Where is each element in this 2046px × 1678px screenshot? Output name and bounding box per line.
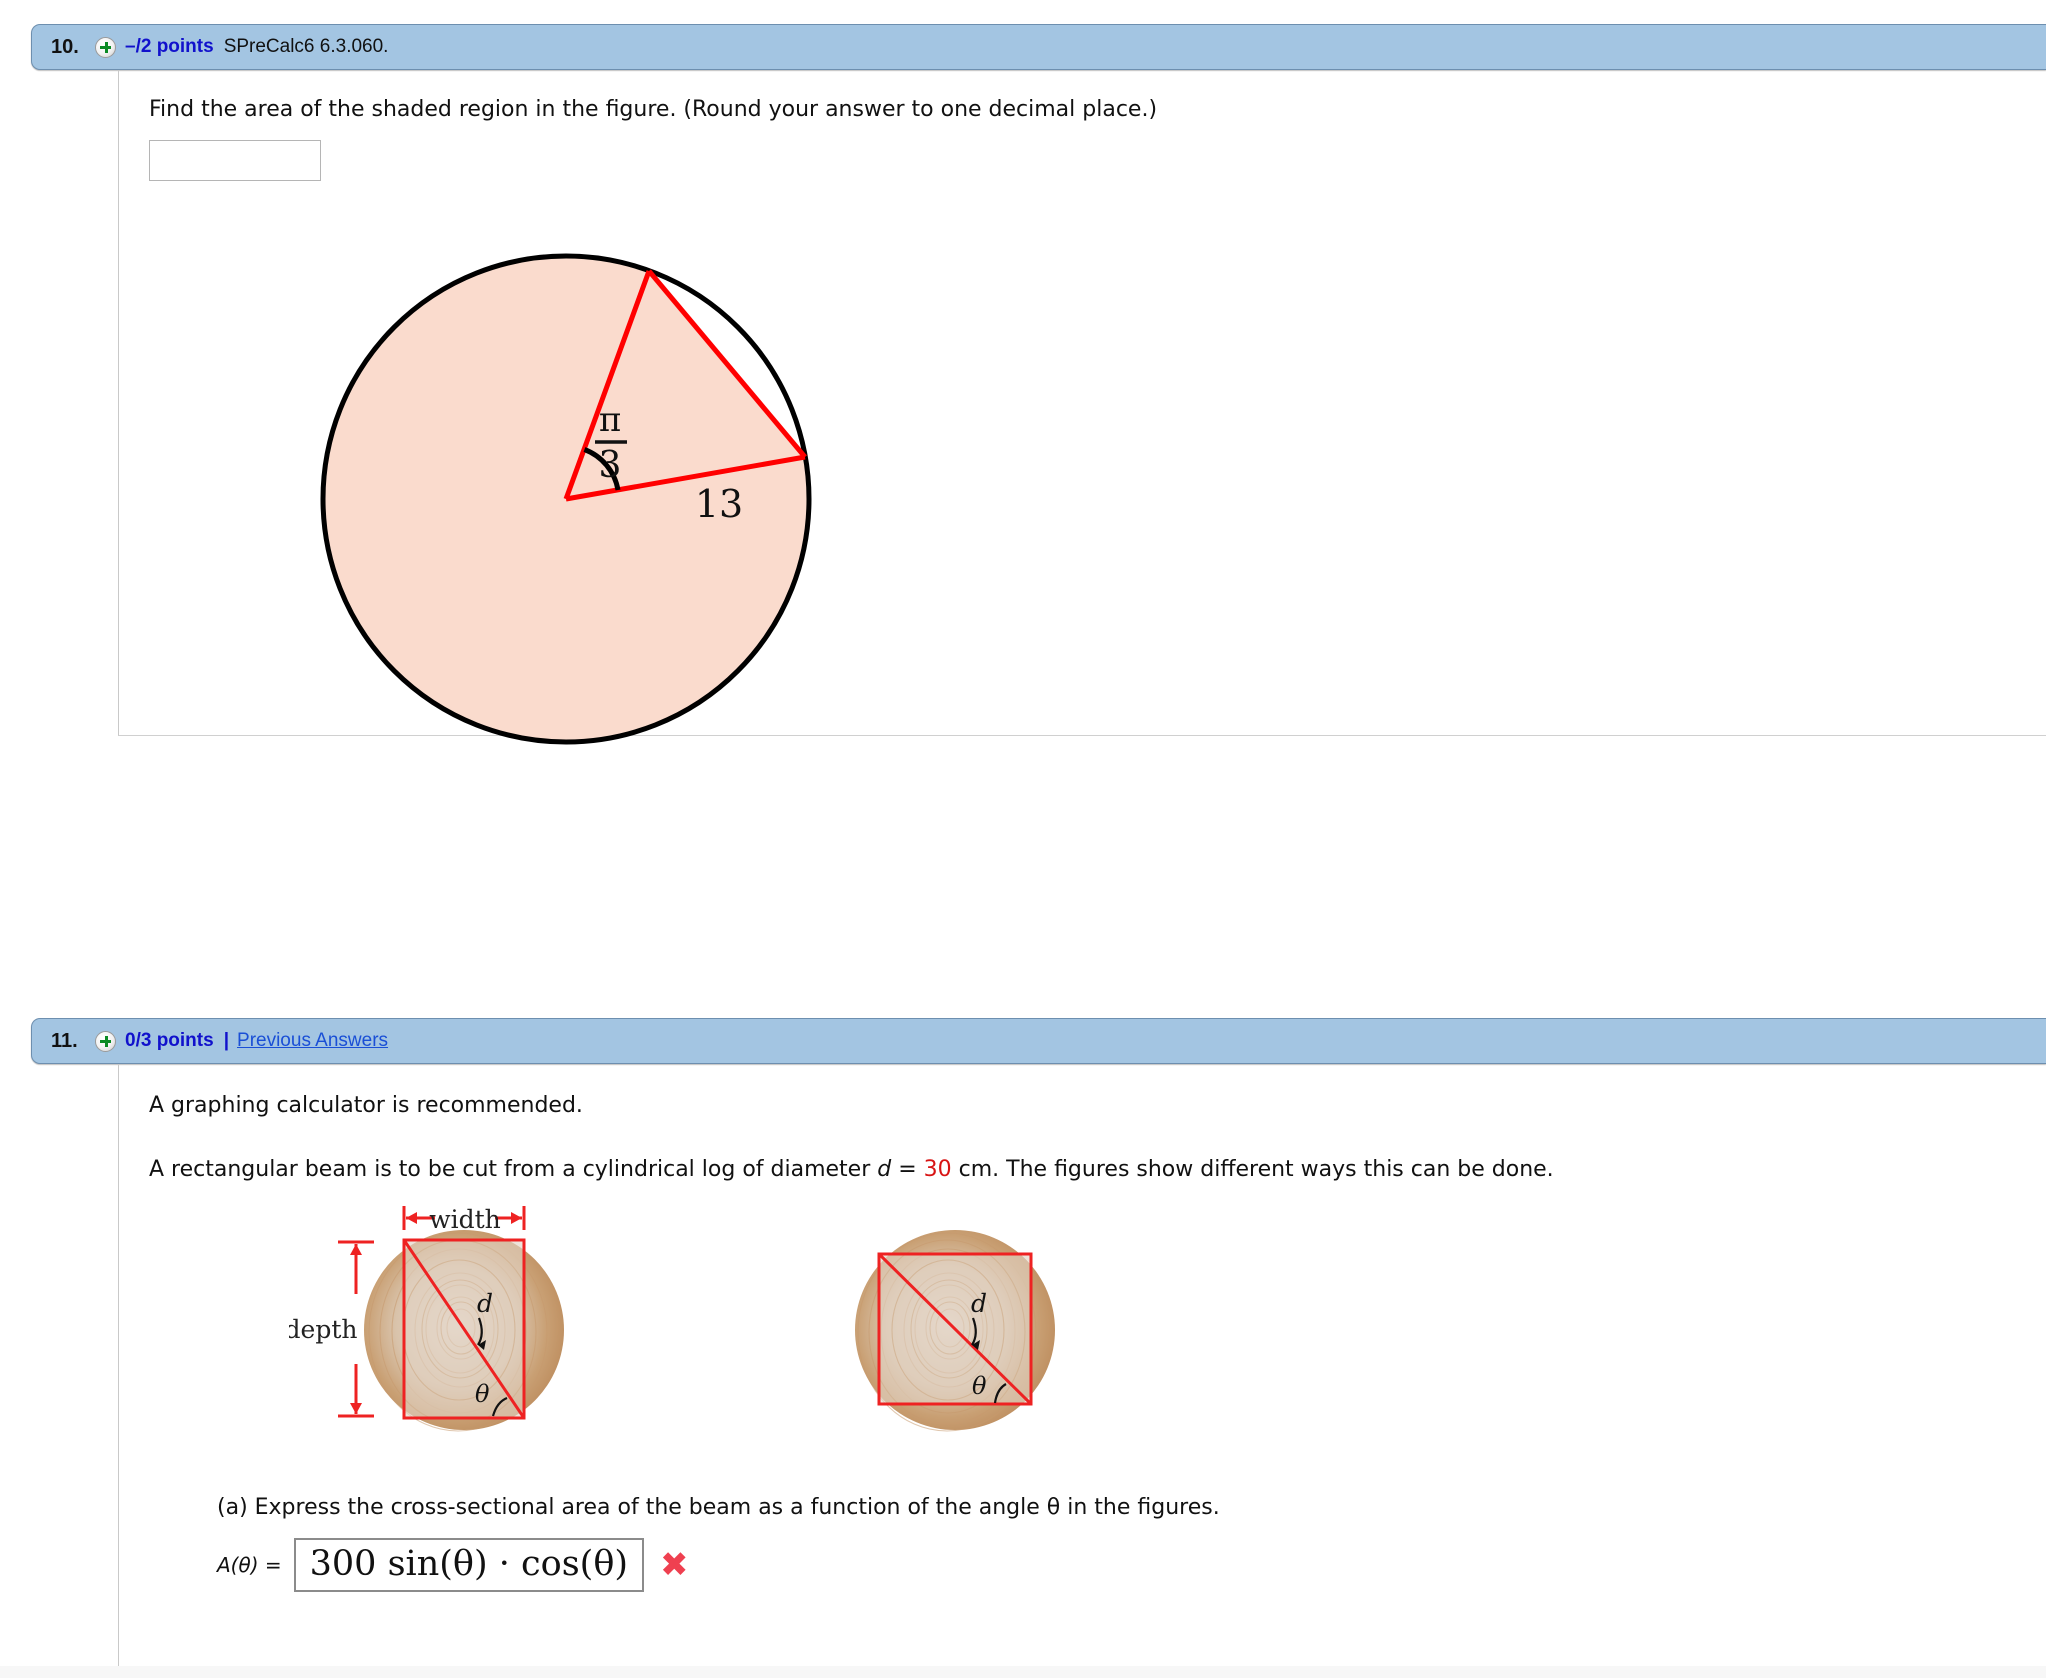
diagonal-label-1: d xyxy=(477,1289,493,1318)
previous-answers-link[interactable]: Previous Answers xyxy=(237,1030,388,1052)
problem-10-prompt: Find the area of the shaded region in th… xyxy=(149,97,1158,122)
expand-plus-icon[interactable] xyxy=(95,36,116,58)
page-bottom-strip xyxy=(0,1666,2046,1678)
radius-length-label: 13 xyxy=(695,482,743,526)
problem-11-number: 11. xyxy=(51,1029,78,1052)
width-dimension: width xyxy=(402,1205,526,1234)
incorrect-mark-icon: ✖ xyxy=(660,1544,689,1585)
statement-variable: d xyxy=(877,1156,892,1182)
problem-10-answer-input[interactable] xyxy=(149,139,321,181)
problem-11-statement: A rectangular beam is to be cut from a c… xyxy=(149,1154,2046,1186)
depth-dimension: depth xyxy=(285,1240,374,1418)
problem-11: 11. 0/3 points | Previous Answers A grap… xyxy=(0,1018,2046,1678)
problem-10-number: 10. xyxy=(51,35,79,58)
log-cross-section-figures: width depth d θ d θ xyxy=(285,1202,2046,1462)
part-a-answer-box[interactable]: 300 sin(θ) · cos(θ) xyxy=(293,1537,645,1592)
statement-diameter-value: 30 xyxy=(923,1156,952,1182)
width-label: width xyxy=(429,1205,501,1234)
log-figure-tall: d θ xyxy=(364,1229,564,1432)
calculator-note: A graphing calculator is recommended. xyxy=(149,1093,583,1118)
problem-11-points: 0/3 points xyxy=(125,1030,214,1051)
part-a-answer-row: A(θ) = 300 sin(θ) · cos(θ) ✖ xyxy=(217,1537,2046,1592)
answer-function-label: A(θ) = xyxy=(217,1552,282,1577)
angle-label-numerator: π xyxy=(599,400,621,440)
log-figures-svg: width depth d θ d θ xyxy=(285,1205,1055,1432)
problem-10-header[interactable]: 10. –/2 points SPreCalc6 6.3.060. xyxy=(31,24,2046,70)
statement-part-a: A rectangular beam is to be cut from a c… xyxy=(149,1156,871,1182)
problem-10-points: –/2 points xyxy=(125,36,214,57)
assignment-page: 10. –/2 points SPreCalc6 6.3.060. Find t… xyxy=(0,0,2046,1678)
problem-10-source: SPreCalc6 6.3.060. xyxy=(223,36,389,57)
statement-part-b: cm. The figures show different ways this… xyxy=(958,1156,1554,1182)
shaded-circle-figure: π 3 13 xyxy=(314,199,994,759)
problem-10: 10. –/2 points SPreCalc6 6.3.060. Find t… xyxy=(0,24,2046,745)
expand-plus-icon[interactable] xyxy=(95,1030,116,1052)
problem-11-body: A graphing calculator is recommended. A … xyxy=(118,1064,2046,1678)
problem-10-body: Find the area of the shaded region in th… xyxy=(118,70,2046,745)
angle-label-denominator: 3 xyxy=(599,445,622,486)
shaded-circle-svg: π 3 13 xyxy=(320,253,812,745)
part-a-prompt: (a) Express the cross-sectional area of … xyxy=(217,1494,1220,1520)
theta-label-1: θ xyxy=(475,1380,490,1408)
header-separator: | xyxy=(223,1030,230,1051)
theta-label-2: θ xyxy=(972,1372,987,1400)
problem-11-header[interactable]: 11. 0/3 points | Previous Answers xyxy=(31,1018,2046,1064)
part-a-answer-formula: 300 sin(θ) · cos(θ) xyxy=(309,1543,629,1584)
diagonal-label-2: d xyxy=(971,1289,987,1318)
statement-equals: = xyxy=(898,1156,917,1182)
log-figure-wide: d θ xyxy=(855,1229,1055,1432)
depth-label: depth xyxy=(289,1315,357,1344)
